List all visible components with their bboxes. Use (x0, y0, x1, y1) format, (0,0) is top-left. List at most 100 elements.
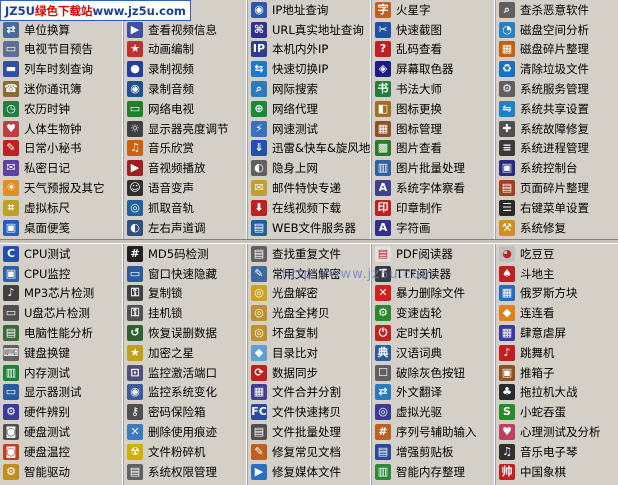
tool-item[interactable]: A 系统字体察看 (372, 178, 495, 198)
tool-item[interactable]: ▭ 网络电视 (124, 99, 247, 119)
tool-item[interactable]: ↺ 恢复误删数据 (124, 323, 247, 343)
tool-item[interactable]: ⬇ 在线视频下载 (248, 198, 371, 218)
tool-item[interactable]: ◐ 隐身上网 (248, 158, 371, 178)
tool-item[interactable]: ◙ 硬盘温控 (0, 442, 123, 462)
tool-item[interactable]: ☼ 显示器亮度调节 (124, 119, 247, 139)
tool-item[interactable]: ⇓ 迅雷&快车&旋风地 (248, 139, 371, 159)
tool-item[interactable]: ☰ 右键菜单设置 (496, 198, 618, 218)
tool-item[interactable]: ▦ 磁盘碎片整理 (496, 40, 618, 60)
tool-item[interactable]: ▭ 电视节目预告 (0, 40, 123, 60)
tool-item[interactable]: ◎ 抓取音轨 (124, 198, 247, 218)
tool-item[interactable]: ⚙ 智能驱动 (0, 462, 123, 482)
tool-item[interactable]: ☎ 迷你通讯簿 (0, 79, 123, 99)
tool-item[interactable]: ⏻ 定时关机 (372, 323, 495, 343)
tool-item[interactable]: 帅中国象棋 (496, 462, 618, 482)
tool-item[interactable]: ✂ 快速截图 (372, 20, 495, 40)
tool-item[interactable]: T TTF阅读器 (372, 264, 495, 284)
tool-item[interactable]: ☀ 天气预报及其它 (0, 178, 123, 198)
tool-item[interactable]: ♪ 跳舞机 (496, 343, 618, 363)
tool-item[interactable]: ⊕ 网络代理 (248, 99, 371, 119)
tool-item[interactable]: ▣ CPU监控 (0, 264, 123, 284)
tool-item[interactable]: ☐ 破除灰色按钮 (372, 363, 495, 383)
tool-item[interactable]: ▣ 系统控制台 (496, 158, 618, 178)
tool-item[interactable]: ✕ 删除使用痕迹 (124, 422, 247, 442)
tool-item[interactable]: ⚒ 系统修复 (496, 218, 618, 238)
tool-item[interactable]: ◎ 光盘全拷贝 (248, 303, 371, 323)
tool-item[interactable]: ≡ 系统进程管理 (496, 139, 618, 159)
tool-item[interactable]: ♪ MP3芯片检测 (0, 284, 123, 304)
tool-item[interactable]: ◔ 磁盘空间分析 (496, 20, 618, 40)
tool-item[interactable]: ⇄ 外文翻译 (372, 383, 495, 403)
tool-item[interactable]: ◉ IP地址查询 (248, 0, 371, 20)
tool-item[interactable]: ▭ 显示器测试 (0, 383, 123, 403)
tool-item[interactable]: # MD5码检测 (124, 244, 247, 264)
tool-item[interactable]: ⟳ 数据同步 (248, 363, 371, 383)
tool-item[interactable]: ▶ 修复媒体文件 (248, 462, 371, 482)
tool-item[interactable]: ⇆ 快速切换IP (248, 59, 371, 79)
tool-item[interactable]: ⇋ 系统共享设置 (496, 99, 618, 119)
tool-item[interactable]: ◐ 左右声道调 (124, 218, 247, 238)
tool-item[interactable]: ♫ 音乐欣赏 (124, 139, 247, 159)
tool-item[interactable]: S 小蛇吞蛋 (496, 402, 618, 422)
tool-item[interactable]: ◷ 农历时钟 (0, 99, 123, 119)
tool-item[interactable]: ✉ 私密日记 (0, 158, 123, 178)
tool-item[interactable]: ⊡ 监控激活端口 (124, 363, 247, 383)
tool-item[interactable]: 字火星字 (372, 0, 495, 20)
tool-item[interactable]: ♫ 音乐电子琴 (496, 442, 618, 462)
tool-item[interactable]: ? 乱码查看 (372, 40, 495, 60)
tool-item[interactable]: ▤ 增强剪贴板 (372, 442, 495, 462)
tool-item[interactable]: A 字符画 (372, 218, 495, 238)
tool-item[interactable]: ⌕ 查杀恶意软件 (496, 0, 618, 20)
tool-item[interactable]: ⇄ 单位换算 (0, 20, 123, 40)
tool-item[interactable]: ⚙ 系统服务管理 (496, 79, 618, 99)
tool-item[interactable]: # 序列号辅助输入 (372, 422, 495, 442)
tool-item[interactable]: ▤ 系统权限管理 (124, 462, 247, 482)
tool-item[interactable]: ♥ 人体生物钟 (0, 119, 123, 139)
tool-item[interactable]: ◉ 监控系统变化 (124, 383, 247, 403)
tool-item[interactable]: ▦ 文件合并分割 (248, 383, 371, 403)
tool-item[interactable]: ◎ 坏盘复制 (248, 323, 371, 343)
tool-item[interactable]: 书书法大师 (372, 79, 495, 99)
tool-item[interactable]: ◆ 目录比对 (248, 343, 371, 363)
tool-item[interactable]: ◙ 硬盘测试 (0, 422, 123, 442)
tool-item[interactable]: ▩ 图片查看 (372, 139, 495, 159)
tool-item[interactable]: ▦ 图标管理 (372, 119, 495, 139)
tool-item[interactable]: 印印章制作 (372, 198, 495, 218)
tool-item[interactable]: ▤ WEB文件服务器 (248, 218, 371, 238)
tool-item[interactable]: ▦ 肆意虐屏 (496, 323, 618, 343)
tool-item[interactable]: ▥ 内存测试 (0, 363, 123, 383)
tool-item[interactable]: ⌕ 网际搜索 (248, 79, 371, 99)
tool-item[interactable]: ✎ 常用文档解密 (248, 264, 371, 284)
tool-item[interactable]: ▬ 列车时刻查询 (0, 59, 123, 79)
tool-item[interactable]: ⚙ 变速齿轮 (372, 303, 495, 323)
tool-item[interactable]: ◕ 吃豆豆 (496, 244, 618, 264)
tool-item[interactable]: ▶ 查看视频信息 (124, 20, 247, 40)
tool-item[interactable]: ⌨ 键盘换键 (0, 343, 123, 363)
tool-item[interactable]: ⚿ 复制锁 (124, 284, 247, 304)
tool-item[interactable]: ◈ 屏幕取色器 (372, 59, 495, 79)
tool-item[interactable]: ▭ U盘芯片检测 (0, 303, 123, 323)
tool-item[interactable]: ✎ 修复常见文档 (248, 442, 371, 462)
tool-item[interactable]: ▦ 俄罗斯方块 (496, 284, 618, 304)
tool-item[interactable]: ♠ 斗地主 (496, 264, 618, 284)
tool-item[interactable]: ★ 加密之星 (124, 343, 247, 363)
tool-item[interactable]: ▥ 图片批量处理 (372, 158, 495, 178)
tool-item[interactable]: ⌗ 虚拟标尺 (0, 198, 123, 218)
tool-item[interactable]: ● 录制视频 (124, 59, 247, 79)
tool-item[interactable]: ▤ 查找重复文件 (248, 244, 371, 264)
tool-item[interactable]: ☺ 语音变声 (124, 178, 247, 198)
tool-item[interactable]: ⚷ 密码保险箱 (124, 402, 247, 422)
tool-item[interactable]: ☢ 文件粉碎机 (124, 442, 247, 462)
tool-item[interactable]: ▤ 电脑性能分析 (0, 323, 123, 343)
tool-item[interactable]: ✕ 暴力删除文件 (372, 284, 495, 304)
tool-item[interactable]: ◎ 虚拟光驱 (372, 402, 495, 422)
tool-item[interactable]: ◎ 光盘解密 (248, 284, 371, 304)
tool-item[interactable]: ◆ 连连看 (496, 303, 618, 323)
tool-item[interactable]: 典汉语词典 (372, 343, 495, 363)
tool-item[interactable]: ▥ 智能内存整理 (372, 462, 495, 482)
tool-item[interactable]: ▣ 桌面便笺 (0, 218, 123, 238)
tool-item[interactable]: ◉ 录制音频 (124, 79, 247, 99)
tool-item[interactable]: ✎ 日常小秘书 (0, 139, 123, 159)
tool-item[interactable]: ▤ 页面碎片整理 (496, 178, 618, 198)
tool-item[interactable]: ✉ 邮件特快专递 (248, 178, 371, 198)
